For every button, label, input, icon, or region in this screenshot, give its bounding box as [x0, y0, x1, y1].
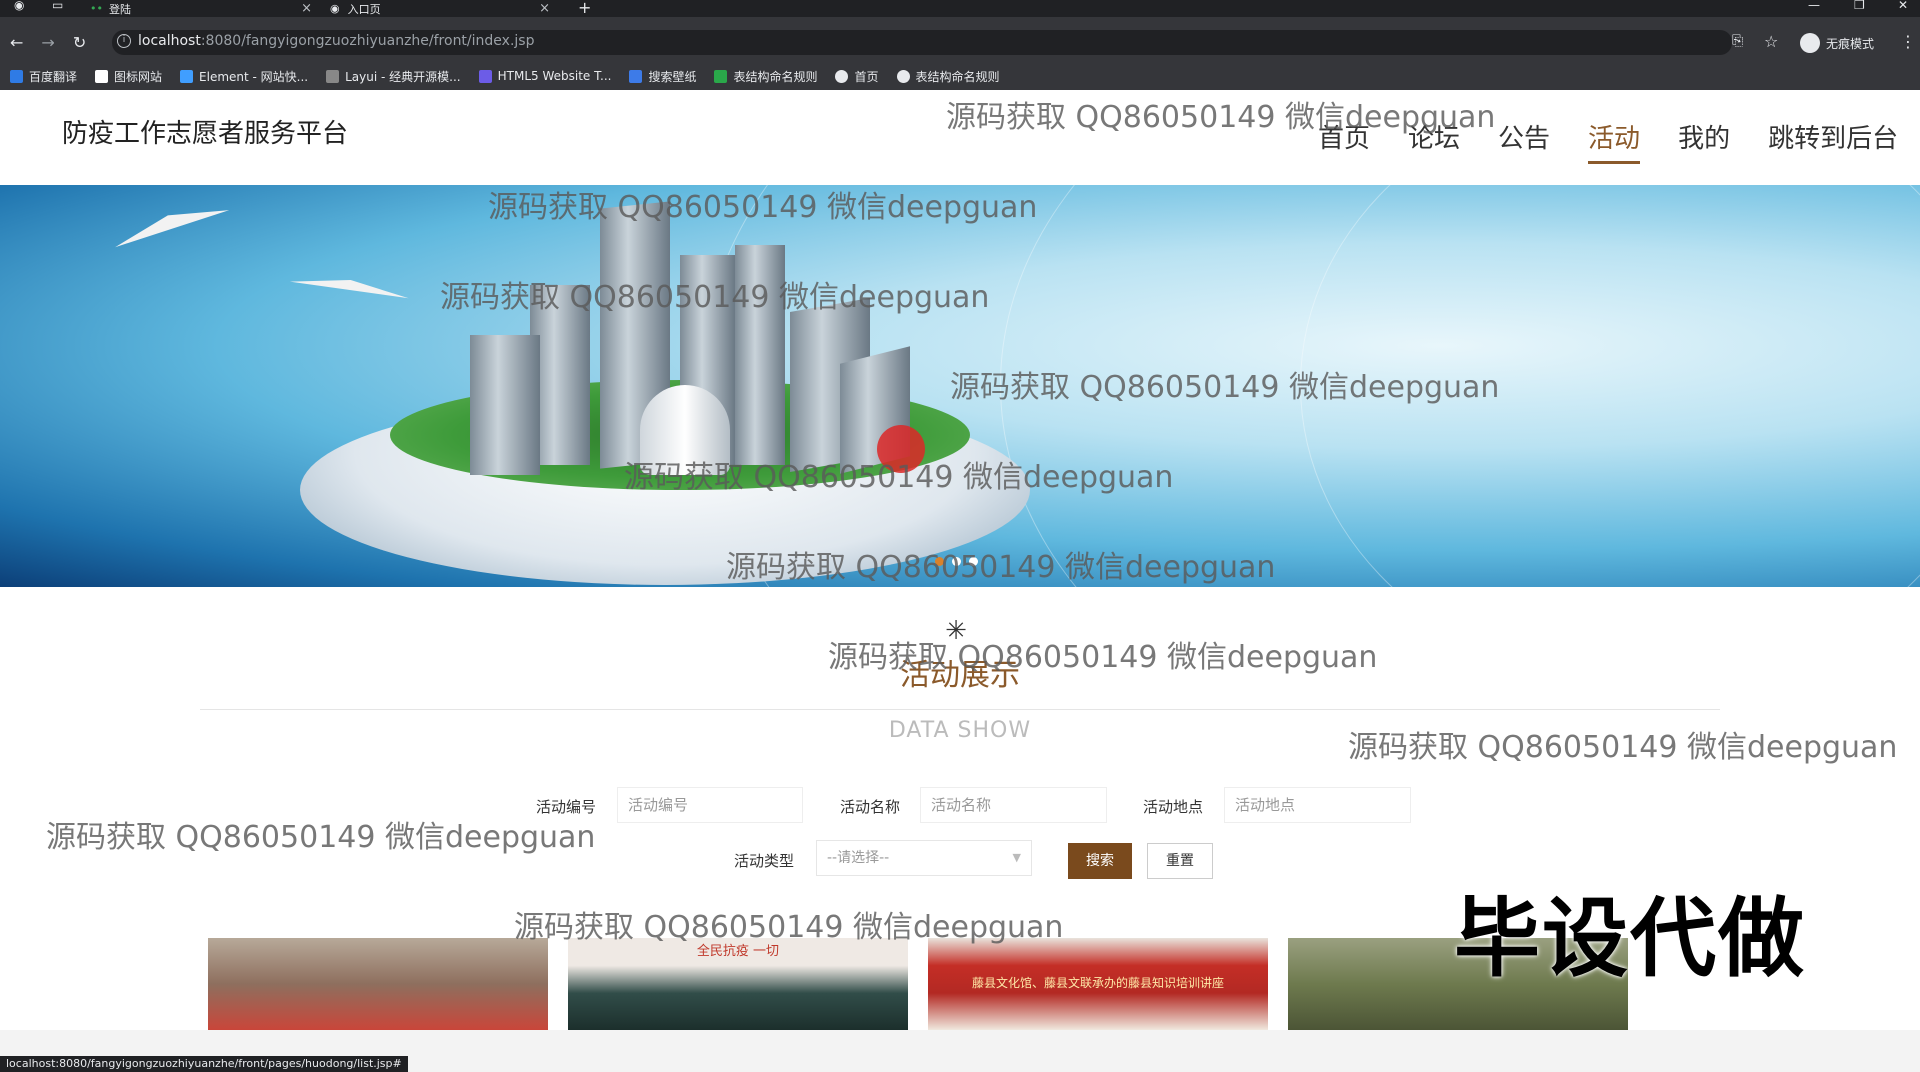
site-info-icon[interactable]: i: [117, 34, 131, 48]
seagull-image: [289, 271, 411, 299]
bookmark-item[interactable]: HTML5 Website T...: [478, 69, 611, 83]
activity-card[interactable]: 藤县文化馆、藤县文联承办的藤县知识培训讲座: [928, 938, 1268, 1030]
bookmark-item[interactable]: 搜索壁纸: [629, 68, 696, 85]
nav-admin[interactable]: 跳转到后台: [1768, 118, 1898, 164]
bookmark-item[interactable]: 表结构命名规则: [714, 68, 817, 85]
nav-activity[interactable]: 活动: [1588, 118, 1641, 164]
chevron-down-icon: ▼: [1012, 851, 1021, 864]
back-icon[interactable]: ←: [10, 33, 23, 52]
bookmark-favicon-icon: [478, 69, 492, 83]
tab-title: 入口页: [347, 2, 381, 16]
incognito-icon: [1800, 33, 1820, 53]
activity-type-select[interactable]: --请选择-- ▼: [816, 840, 1032, 876]
url-host: localhost: [138, 33, 201, 49]
search-button[interactable]: 搜索: [1068, 843, 1132, 879]
bookmark-globe-icon: [896, 69, 910, 83]
field-label-activity-type: 活动类型: [734, 852, 795, 870]
translate-icon[interactable]: ⎘: [1732, 33, 1743, 49]
bookmark-favicon-icon: [629, 69, 643, 83]
browser-nav-buttons: ← → ↻: [10, 33, 86, 52]
watermark-text: 源码获取 QQ86050149 微信deepguan: [46, 820, 596, 855]
activity-id-input[interactable]: 活动编号: [617, 787, 803, 823]
incognito-profile[interactable]: 无痕模式: [1800, 33, 1874, 53]
nav-notice[interactable]: 公告: [1498, 118, 1550, 164]
bookmark-globe-icon: [835, 69, 849, 83]
activity-card[interactable]: 全民抗疫 一切: [568, 938, 908, 1030]
bookmark-item[interactable]: Layui - 经典开源模...: [326, 68, 461, 85]
tab-favicon-icon: ◉: [330, 2, 340, 15]
watermark-text: 源码获取 QQ86050149 微信deepguan: [946, 100, 1496, 135]
bookmark-favicon-icon: [326, 69, 340, 83]
url-text[interactable]: localhost:8080/fangyigongzuozhiyuanzhe/f…: [138, 33, 534, 49]
tab-entry-page[interactable]: ◉ 入口页 ×: [330, 0, 558, 17]
activity-card[interactable]: [208, 938, 548, 1030]
site-title: 防疫工作志愿者服务平台: [62, 119, 349, 149]
bookmark-item[interactable]: 图标网站: [95, 68, 162, 85]
tab-login[interactable]: •• 登陆 ×: [90, 0, 320, 17]
select-value: --请选择--: [827, 850, 890, 866]
profile-label: 无痕模式: [1826, 36, 1875, 51]
tab-close-icon[interactable]: ×: [301, 0, 312, 17]
browser-logo-icon: ◉: [14, 0, 25, 12]
activity-place-input[interactable]: 活动地点: [1224, 787, 1411, 823]
watermark-text: 源码获取 QQ86050149 微信deepguan: [726, 550, 1276, 585]
bookmark-favicon-icon: [714, 69, 728, 83]
field-label-activity-place: 活动地点: [1143, 798, 1204, 816]
tab-title: 登陆: [108, 2, 131, 16]
bookmark-favicon-icon: [10, 69, 23, 83]
bookmarks-bar: 百度翻译 图标网站 Element - 网站快... Layui - 经典开源模…: [0, 62, 1920, 90]
seagull-image: [110, 196, 230, 248]
bookmark-favicon-icon: [180, 69, 194, 83]
reload-icon[interactable]: ↻: [73, 33, 86, 52]
window-icon: ▭: [52, 0, 64, 12]
forward-icon[interactable]: →: [41, 33, 54, 52]
building-image: [470, 335, 540, 475]
new-tab-icon[interactable]: +: [578, 0, 591, 17]
tab-favicon-icon: ••: [90, 2, 103, 15]
watermark-text: 源码获取 QQ86050149 微信deepguan: [488, 190, 1038, 225]
reset-button[interactable]: 重置: [1147, 843, 1213, 879]
watermark-text: 源码获取 QQ86050149 微信deepguan: [514, 910, 1064, 945]
browser-menu-icon[interactable]: ⋮: [1900, 32, 1916, 51]
bookmark-star-icon[interactable]: ☆: [1764, 32, 1778, 51]
watermark-text: 源码获取 QQ86050149 微信deepguan: [1348, 730, 1898, 765]
activity-card-caption: [208, 938, 548, 958]
watermark-text: 源码获取 QQ86050149 微信deepguan: [440, 280, 990, 315]
section-divider: [200, 709, 1720, 710]
activity-name-input[interactable]: 活动名称: [920, 787, 1107, 823]
minimize-icon[interactable]: —: [1808, 0, 1820, 12]
restore-icon[interactable]: ❐: [1854, 0, 1865, 12]
bookmark-flag-icon: [95, 69, 109, 83]
watermark-text: 源码获取 QQ86050149 微信deepguan: [828, 640, 1378, 675]
url-path: :8080/fangyigongzuozhiyuanzhe/front/inde…: [200, 33, 535, 49]
watermark-text: 源码获取 QQ86050149 微信deepguan: [950, 370, 1500, 405]
nav-mine[interactable]: 我的: [1678, 118, 1730, 164]
bookmark-item[interactable]: 表结构命名规则: [896, 68, 1000, 85]
bookmark-item[interactable]: 首页: [835, 68, 879, 85]
bookmark-item[interactable]: 百度翻译: [10, 68, 77, 85]
stamp-text: 毕设代做: [1454, 889, 1806, 989]
watermark-text: 源码获取 QQ86050149 微信deepguan: [624, 460, 1174, 495]
browser-tab-strip: ◉ ▭ •• 登陆 × ◉ 入口页 × + — ❐ ✕: [0, 0, 1920, 17]
tab-close-icon[interactable]: ×: [539, 0, 550, 17]
bookmark-item[interactable]: Element - 网站快...: [180, 68, 308, 85]
field-label-activity-name: 活动名称: [840, 798, 901, 816]
browser-status-bar: localhost:8080/fangyigongzuozhiyuanzhe/f…: [0, 1056, 408, 1072]
close-window-icon[interactable]: ✕: [1898, 0, 1908, 12]
